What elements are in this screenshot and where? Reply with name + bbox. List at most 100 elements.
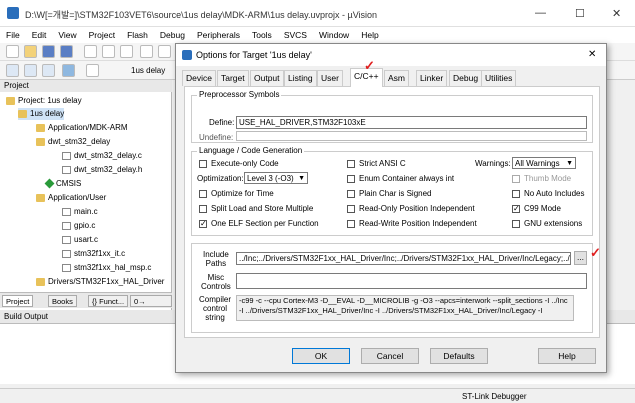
tree-item-root[interactable]: Project: 1us delay bbox=[6, 95, 82, 107]
menu-flash[interactable]: Flash bbox=[121, 27, 154, 43]
menu-file[interactable]: File bbox=[0, 27, 26, 43]
rw-pi-label: Read-Write Position Independent bbox=[359, 219, 477, 228]
project-panel: Project Project: 1us delay 1us delay App… bbox=[0, 80, 172, 310]
rw-pi-checkbox[interactable] bbox=[347, 220, 355, 228]
tree-item-file[interactable]: usart.c bbox=[62, 234, 98, 246]
misc-controls-input[interactable] bbox=[236, 273, 587, 289]
menu-view[interactable]: View bbox=[52, 27, 82, 43]
cancel-button[interactable]: Cancel bbox=[361, 348, 419, 364]
misc-controls-label: Misc Controls bbox=[201, 273, 231, 291]
folder-icon bbox=[36, 123, 45, 132]
execute-only-label: Execute-only Code bbox=[211, 159, 279, 168]
target-select[interactable]: 1us delay bbox=[128, 64, 172, 77]
optimization-select[interactable]: Level 3 (-O3) ▼ bbox=[244, 172, 308, 184]
tree-item-group[interactable]: Drivers/STM32F1xx_HAL_Driver bbox=[36, 276, 164, 288]
tab-functions[interactable]: {} Funct... bbox=[88, 295, 129, 307]
enum-container-checkbox[interactable] bbox=[347, 175, 355, 183]
status-bar: ST-Link Debugger bbox=[0, 388, 635, 403]
close-button[interactable]: ✕ bbox=[612, 7, 621, 20]
rebuild-icon[interactable] bbox=[42, 64, 55, 77]
menu-tools[interactable]: Tools bbox=[246, 27, 278, 43]
redo-icon[interactable] bbox=[158, 45, 171, 58]
include-paths-label: Include Paths bbox=[203, 250, 229, 268]
menu-project[interactable]: Project bbox=[83, 27, 121, 43]
tab-device[interactable]: Device bbox=[182, 70, 216, 86]
chevron-down-icon: ▼ bbox=[566, 160, 573, 167]
menu-window[interactable]: Window bbox=[313, 27, 355, 43]
save-icon[interactable] bbox=[42, 45, 55, 58]
paste-icon[interactable] bbox=[120, 45, 133, 58]
include-paths-input[interactable]: ../Inc;../Drivers/STM32F1xx_HAL_Driver/I… bbox=[236, 252, 571, 265]
one-elf-checkbox[interactable]: ✓ bbox=[199, 220, 207, 228]
file-icon bbox=[62, 165, 71, 174]
tab-listing[interactable]: Listing bbox=[284, 70, 317, 86]
tree-item-cmsis[interactable]: CMSIS bbox=[44, 178, 81, 190]
tab-templates[interactable]: 0→ Templ... bbox=[130, 295, 172, 318]
ro-pi-checkbox[interactable] bbox=[347, 205, 355, 213]
include-paths-browse-button[interactable]: ... bbox=[574, 251, 587, 265]
window-title: D:\W[=개발=]\STM32F103VET6\source\1us dela… bbox=[25, 10, 378, 20]
no-auto-includes-checkbox[interactable] bbox=[512, 190, 520, 198]
menu-svcs[interactable]: SVCS bbox=[278, 27, 313, 43]
batch-build-icon[interactable] bbox=[86, 64, 99, 77]
preprocessor-group-label: Preprocessor Symbols bbox=[197, 90, 282, 99]
minimize-button[interactable]: — bbox=[535, 7, 546, 19]
download-icon[interactable] bbox=[62, 64, 75, 77]
tab-linker[interactable]: Linker bbox=[416, 70, 448, 86]
thumb-mode-checkbox[interactable] bbox=[512, 175, 520, 183]
execute-only-checkbox[interactable] bbox=[199, 160, 207, 168]
plain-char-checkbox[interactable] bbox=[347, 190, 355, 198]
tree-item-target[interactable]: 1us delay bbox=[18, 108, 65, 120]
tree-item-group[interactable]: dwt_stm32_delay bbox=[36, 136, 110, 148]
tree-item-file[interactable]: dwt_stm32_delay.c bbox=[62, 150, 142, 162]
language-group-label: Language / Code Generation bbox=[197, 146, 305, 155]
defaults-button[interactable]: Defaults bbox=[430, 348, 488, 364]
menu-debug[interactable]: Debug bbox=[154, 27, 191, 43]
tree-item-file[interactable]: stm32f1xx_hal_msp.c bbox=[62, 262, 151, 274]
tab-output[interactable]: Output bbox=[250, 70, 284, 86]
tab-debug[interactable]: Debug bbox=[449, 70, 483, 86]
menu-peripherals[interactable]: Peripherals bbox=[191, 27, 246, 43]
tree-item-group[interactable]: Application/User bbox=[36, 192, 106, 204]
maximize-button[interactable]: ☐ bbox=[575, 7, 585, 20]
tab-books[interactable]: Books bbox=[48, 295, 77, 307]
ok-button[interactable]: OK bbox=[292, 348, 350, 364]
tree-item-group[interactable]: Application/MDK-ARM bbox=[36, 122, 128, 134]
define-input[interactable]: USE_HAL_DRIVER,STM32F103xE bbox=[236, 116, 587, 129]
tree-item-file[interactable]: gpio.c bbox=[62, 220, 95, 232]
define-label: Define: bbox=[209, 118, 235, 127]
build-icon[interactable] bbox=[24, 64, 37, 77]
tab-project[interactable]: Project bbox=[2, 295, 34, 307]
undo-icon[interactable] bbox=[140, 45, 153, 58]
new-file-icon[interactable] bbox=[6, 45, 19, 58]
warnings-select[interactable]: All Warnings ▼ bbox=[512, 157, 576, 169]
tree-item-file[interactable]: dwt_stm32_delay.h bbox=[62, 164, 142, 176]
optimize-time-checkbox[interactable] bbox=[199, 190, 207, 198]
gnu-ext-checkbox[interactable] bbox=[512, 220, 520, 228]
project-panel-tabs: Project Books {} Funct... 0→ Templ... bbox=[0, 292, 172, 318]
tab-utilities[interactable]: Utilities bbox=[481, 70, 517, 86]
strict-ansi-checkbox[interactable] bbox=[347, 160, 355, 168]
tab-target[interactable]: Target bbox=[217, 70, 249, 86]
save-all-icon[interactable] bbox=[60, 45, 73, 58]
tree-item-file[interactable]: main.c bbox=[62, 206, 98, 218]
c99-checkbox[interactable]: ✓ bbox=[512, 205, 520, 213]
menu-edit[interactable]: Edit bbox=[26, 27, 53, 43]
dialog-close-button[interactable]: ✕ bbox=[588, 49, 596, 60]
translate-icon[interactable] bbox=[6, 64, 19, 77]
menu-help[interactable]: Help bbox=[355, 27, 384, 43]
open-file-icon[interactable] bbox=[24, 45, 37, 58]
cut-icon[interactable] bbox=[84, 45, 97, 58]
copy-icon[interactable] bbox=[102, 45, 115, 58]
target-icon bbox=[18, 109, 27, 118]
tab-asm[interactable]: Asm bbox=[384, 70, 409, 86]
help-button[interactable]: Help bbox=[538, 348, 596, 364]
tab-user[interactable]: User bbox=[317, 70, 343, 86]
enum-container-label: Enum Container always int bbox=[359, 174, 455, 183]
split-load-checkbox[interactable] bbox=[199, 205, 207, 213]
thumb-mode-label: Thumb Mode bbox=[524, 174, 572, 183]
folder-icon bbox=[36, 193, 45, 202]
tree-item-file[interactable]: stm32f1xx_it.c bbox=[62, 248, 125, 260]
undefine-input[interactable] bbox=[236, 131, 587, 141]
file-icon bbox=[62, 207, 71, 216]
